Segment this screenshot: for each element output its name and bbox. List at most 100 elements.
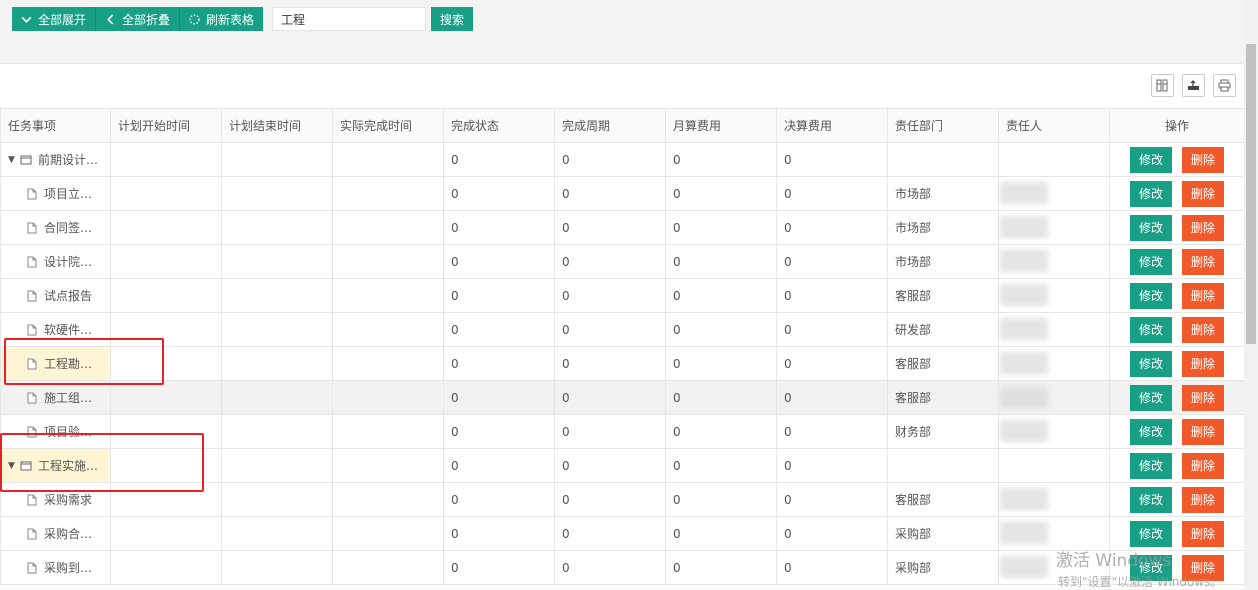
edit-button[interactable]: 修改 xyxy=(1130,384,1172,411)
columns-icon xyxy=(1156,79,1168,92)
column-header[interactable]: 决算费用 xyxy=(776,108,888,143)
table-row[interactable]: 合同签… 0 0 0 0 市场部 修改 删除 xyxy=(0,210,1245,245)
expand-all-button[interactable]: 全部展开 xyxy=(12,7,97,31)
caret-down-icon[interactable]: ▼ xyxy=(8,155,18,165)
search-button[interactable]: 搜索 xyxy=(431,7,473,31)
cycle-cell: 0 xyxy=(554,312,666,347)
delete-button[interactable]: 删除 xyxy=(1182,282,1224,309)
edit-button[interactable]: 修改 xyxy=(1130,316,1172,343)
task-name: 工程实施… xyxy=(38,459,99,473)
task-name-cell[interactable]: 合同签… xyxy=(0,210,111,245)
edit-button[interactable]: 修改 xyxy=(1130,520,1172,547)
delete-button[interactable]: 删除 xyxy=(1182,418,1224,445)
redacted-name xyxy=(1000,250,1048,272)
status-cell: 0 xyxy=(443,516,555,551)
vertical-scrollbar[interactable] xyxy=(1244,0,1258,589)
plan-start-cell xyxy=(110,142,222,177)
table-row[interactable]: 项目立… 0 0 0 0 市场部 修改 删除 xyxy=(0,176,1245,211)
table-panel: 任务事项 计划开始时间 计划结束时间 实际完成时间 完成状态 完成周期 月算费用 决算费用 责任… xyxy=(0,64,1245,589)
task-name-cell[interactable]: ▼ 前期设计… xyxy=(0,142,111,177)
scrollbar-thumb[interactable] xyxy=(1246,44,1256,344)
delete-button[interactable]: 删除 xyxy=(1182,486,1224,513)
edit-button[interactable]: 修改 xyxy=(1130,418,1172,445)
delete-button[interactable]: 删除 xyxy=(1182,350,1224,377)
caret-down-icon[interactable]: ▼ xyxy=(8,461,18,471)
search-input[interactable] xyxy=(272,7,426,31)
column-header[interactable]: 月算费用 xyxy=(665,108,777,143)
column-header[interactable]: 操作 xyxy=(1109,108,1245,143)
final-cost-cell: 0 xyxy=(776,550,888,585)
task-name-cell[interactable]: 工程勘… xyxy=(0,346,111,381)
task-name-cell[interactable]: 项目立… xyxy=(0,176,111,211)
plan-end-cell xyxy=(221,516,333,551)
table-row[interactable]: 施工组… 0 0 0 0 客服部 修改 删除 xyxy=(0,380,1245,415)
delete-button[interactable]: 删除 xyxy=(1182,146,1224,173)
table-row[interactable]: 采购需求 0 0 0 0 客服部 修改 删除 xyxy=(0,482,1245,517)
actions-cell: 修改 删除 xyxy=(1109,380,1245,415)
delete-button[interactable]: 删除 xyxy=(1182,214,1224,241)
folder-open-icon xyxy=(20,154,32,166)
print-button[interactable] xyxy=(1213,74,1236,97)
table-row[interactable]: 工程勘… 0 0 0 0 客服部 修改 删除 xyxy=(0,346,1245,381)
column-header[interactable]: 责任人 xyxy=(998,108,1110,143)
task-name-cell[interactable]: 软硬件… xyxy=(0,312,111,347)
column-header[interactable]: 计划开始时间 xyxy=(110,108,222,143)
actual-finish-cell xyxy=(332,176,444,211)
collapse-all-button[interactable]: 全部折叠 xyxy=(96,7,181,31)
edit-button[interactable]: 修改 xyxy=(1130,282,1172,309)
delete-button[interactable]: 删除 xyxy=(1182,384,1224,411)
table-row[interactable]: ▼ 前期设计… 0 0 0 0 修改 删除 xyxy=(0,142,1245,177)
table-row[interactable]: ▼ 工程实施… 0 0 0 0 修改 删除 xyxy=(0,448,1245,483)
table-row[interactable]: 设计院… 0 0 0 0 市场部 修改 删除 xyxy=(0,244,1245,279)
redacted-name xyxy=(1000,556,1048,578)
task-name-cell[interactable]: 采购合… xyxy=(0,516,111,551)
final-cost-cell: 0 xyxy=(776,380,888,415)
column-header[interactable]: 实际完成时间 xyxy=(332,108,444,143)
file-icon xyxy=(26,324,38,336)
delete-button[interactable]: 删除 xyxy=(1182,316,1224,343)
task-name-cell[interactable]: 施工组… xyxy=(0,380,111,415)
table-row[interactable]: 软硬件… 0 0 0 0 研发部 修改 删除 xyxy=(0,312,1245,347)
columns-toggle-button[interactable] xyxy=(1151,74,1174,97)
column-header[interactable]: 任务事项 xyxy=(0,108,111,143)
edit-button[interactable]: 修改 xyxy=(1130,146,1172,173)
department-cell: 采购部 xyxy=(887,550,999,585)
delete-button[interactable]: 删除 xyxy=(1182,452,1224,479)
redacted-name xyxy=(1000,522,1048,544)
column-header[interactable]: 责任部门 xyxy=(887,108,999,143)
monthly-cost-cell: 0 xyxy=(665,244,777,279)
export-button[interactable] xyxy=(1182,74,1205,97)
export-icon xyxy=(1188,80,1199,90)
edit-button[interactable]: 修改 xyxy=(1130,486,1172,513)
actual-finish-cell xyxy=(332,516,444,551)
plan-end-cell xyxy=(221,176,333,211)
edit-button[interactable]: 修改 xyxy=(1130,350,1172,377)
table-row[interactable]: 项目验… 0 0 0 0 财务部 修改 删除 xyxy=(0,414,1245,449)
plan-start-cell xyxy=(110,414,222,449)
plan-end-cell xyxy=(221,482,333,517)
actions-cell: 修改 删除 xyxy=(1109,346,1245,381)
delete-button[interactable]: 删除 xyxy=(1182,520,1224,547)
column-header[interactable]: 计划结束时间 xyxy=(221,108,333,143)
edit-button[interactable]: 修改 xyxy=(1130,180,1172,207)
table-row[interactable]: 试点报告 0 0 0 0 客服部 修改 删除 xyxy=(0,278,1245,313)
edit-button[interactable]: 修改 xyxy=(1130,452,1172,479)
delete-button[interactable]: 删除 xyxy=(1182,180,1224,207)
monthly-cost-cell: 0 xyxy=(665,142,777,177)
column-header[interactable]: 完成状态 xyxy=(443,108,555,143)
redacted-name xyxy=(1000,352,1048,374)
task-name-cell[interactable]: 采购到… xyxy=(0,550,111,585)
edit-button[interactable]: 修改 xyxy=(1130,214,1172,241)
monthly-cost-cell: 0 xyxy=(665,312,777,347)
task-name-cell[interactable]: 项目验… xyxy=(0,414,111,449)
monthly-cost-cell: 0 xyxy=(665,516,777,551)
delete-button[interactable]: 删除 xyxy=(1182,248,1224,275)
edit-button[interactable]: 修改 xyxy=(1130,248,1172,275)
column-header[interactable]: 完成周期 xyxy=(554,108,666,143)
task-name-cell[interactable]: 设计院… xyxy=(0,244,111,279)
task-name-cell[interactable]: ▼ 工程实施… xyxy=(0,448,111,483)
task-name-cell[interactable]: 采购需求 xyxy=(0,482,111,517)
refresh-table-button[interactable]: 刷新表格 xyxy=(180,7,264,31)
plan-start-cell xyxy=(110,210,222,245)
task-name-cell[interactable]: 试点报告 xyxy=(0,278,111,313)
